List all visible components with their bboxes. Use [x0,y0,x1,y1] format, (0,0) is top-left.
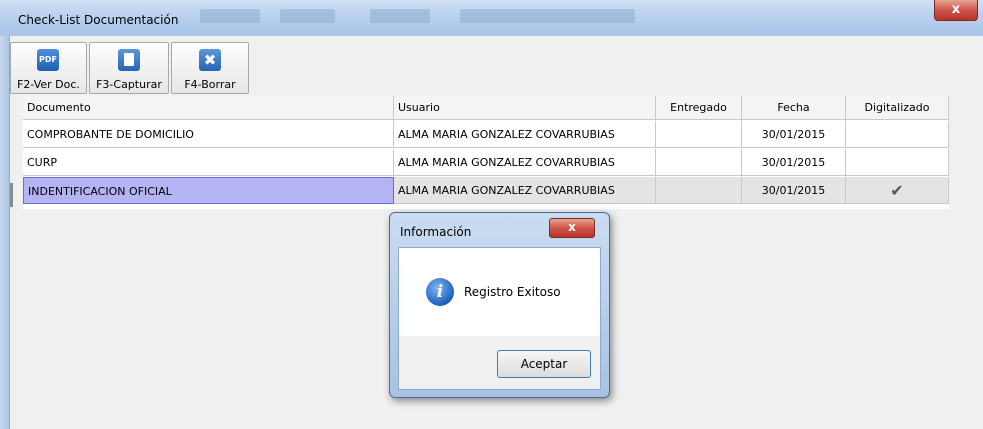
row-indicator [10,183,13,207]
capture-icon [118,49,140,71]
cell-usuario[interactable]: ALMA MARIA GONZALEZ COVARRUBIAS [394,177,656,204]
delete-label: F4-Borrar [184,78,236,91]
table-row-selected[interactable]: INDENTIFICACION OFICIAL ALMA MARIA GONZA… [23,177,949,205]
window-title: Check-List Documentación [18,13,179,27]
background-window-ghost [460,9,635,23]
column-header-usuario[interactable]: Usuario [394,96,656,120]
cell-fecha[interactable]: 30/01/2015 [742,121,846,148]
dialog-title: Información [400,225,472,239]
table-row[interactable]: CURP ALMA MARIA GONZALEZ COVARRUBIAS 30/… [23,149,949,177]
capture-label: F3-Capturar [96,78,162,91]
window-close-button[interactable]: x [934,0,978,21]
title-bar: Check-List Documentación x [0,0,983,37]
checkmark-icon[interactable]: ✔ [846,177,949,204]
cell-fecha[interactable]: 30/01/2015 [742,149,846,176]
cell-usuario[interactable]: ALMA MARIA GONZALEZ COVARRUBIAS [394,149,656,176]
cell-usuario[interactable]: ALMA MARIA GONZALEZ COVARRUBIAS [394,121,656,148]
cell-entregado[interactable] [656,149,742,176]
cell-documento[interactable]: CURP [23,149,394,176]
column-header-digitalizado[interactable]: Digitalizado [846,96,949,120]
left-frame [0,36,10,429]
cell-documento[interactable]: INDENTIFICACION OFICIAL [23,177,394,204]
ok-button[interactable]: Aceptar [497,350,591,378]
column-header-entregado[interactable]: Entregado [656,96,742,120]
dialog-message: Registro Exitoso [464,285,561,299]
delete-button[interactable]: ✖ F4-Borrar [171,42,249,94]
cell-digitalizado[interactable] [846,121,949,148]
cell-digitalizado[interactable] [846,149,949,176]
background-window-ghost [370,9,430,23]
dialog-message-area: i Registro Exitoso [399,248,600,336]
cell-entregado[interactable] [656,121,742,148]
view-document-button[interactable]: PDF F2-Ver Doc. [10,42,87,94]
dialog-close-button[interactable]: x [549,218,595,238]
column-header-documento[interactable]: Documento [23,96,394,120]
background-window-ghost [280,9,335,23]
view-document-label: F2-Ver Doc. [17,78,80,91]
capture-button[interactable]: F3-Capturar [89,42,169,94]
cell-entregado[interactable] [656,177,742,204]
delete-icon: ✖ [199,49,221,71]
cell-documento[interactable]: COMPROBANTE DE DOMICILIO [23,121,394,148]
documents-table: Documento Usuario Entregado Fecha Digita… [23,96,949,209]
background-window-ghost [200,9,260,23]
table-header: Documento Usuario Entregado Fecha Digita… [23,96,949,124]
column-header-fecha[interactable]: Fecha [742,96,846,120]
info-dialog: Información x i Registro Exitoso Aceptar [389,212,610,398]
pdf-icon: PDF [37,49,59,71]
info-icon: i [426,278,454,306]
table-row[interactable]: COMPROBANTE DE DOMICILIO ALMA MARIA GONZ… [23,121,949,149]
toolbar: PDF F2-Ver Doc. F3-Capturar ✖ F4-Borrar [10,42,249,94]
cell-fecha[interactable]: 30/01/2015 [742,177,846,204]
dialog-body: i Registro Exitoso Aceptar [398,247,601,390]
